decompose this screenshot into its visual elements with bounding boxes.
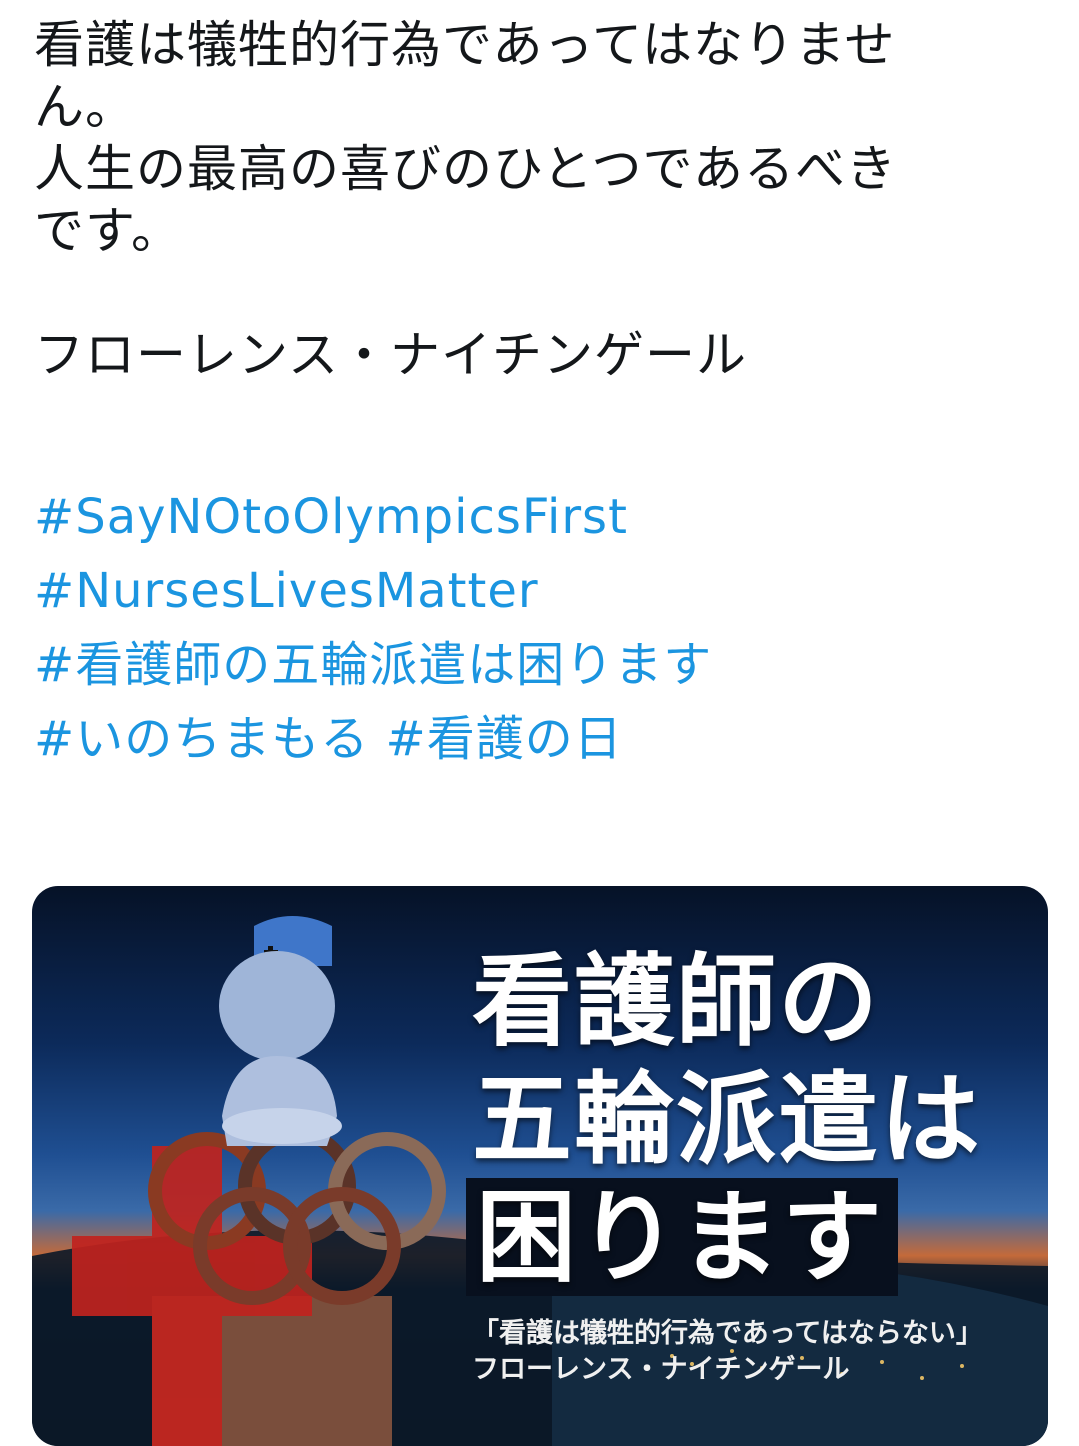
nurse-figure	[219, 916, 342, 1146]
hashtag-link[interactable]: #NursesLivesMatter	[34, 554, 1054, 628]
tweet-line: ん。	[34, 78, 136, 136]
media-caption-line: 「看護は犠牲的行為であってはならない」	[472, 1318, 983, 1349]
media-title-line: 困ります	[466, 1178, 898, 1296]
tweet-line: 人生の最高の喜びのひとつであるべき	[34, 140, 897, 198]
media-title-line: 看護師の	[472, 942, 880, 1060]
tweet-media-image[interactable]: 看護師の 五輪派遣は 困ります 「看護は犠牲的行為であってはならない」 フローレ…	[32, 886, 1048, 1446]
tweet-attribution: フローレンス・ナイチンゲール	[34, 326, 747, 384]
tweet-line: です。	[34, 202, 182, 260]
hashtag-link[interactable]: #看護の日	[386, 711, 623, 767]
tweet-line: 看護は犠牲的行為であってはなりませ	[34, 16, 896, 74]
media-caption: 「看護は犠牲的行為であってはならない」 フローレンス・ナイチンゲール	[472, 1316, 983, 1388]
media-title-line: 五輪派遣は	[472, 1060, 982, 1178]
hashtag-link[interactable]: #いのちまもる	[34, 711, 369, 767]
hashtag-link[interactable]: #SayNOtoOlympicsFirst	[34, 480, 1054, 554]
tweet-text: 看護は犠牲的行為であってはなりませ ん。 人生の最高の喜びのひとつであるべき で…	[34, 14, 1054, 776]
hashtag-link[interactable]: #看護師の五輪派遣は困ります	[34, 628, 1054, 702]
media-caption-line: フローレンス・ナイチンゲール	[472, 1354, 850, 1385]
hashtag-list: #SayNOtoOlympicsFirst #NursesLivesMatter…	[34, 480, 1054, 776]
hashtag-row: #いのちまもる #看護の日	[34, 702, 1054, 776]
media-title: 看護師の 五輪派遣は 困ります	[466, 942, 982, 1296]
